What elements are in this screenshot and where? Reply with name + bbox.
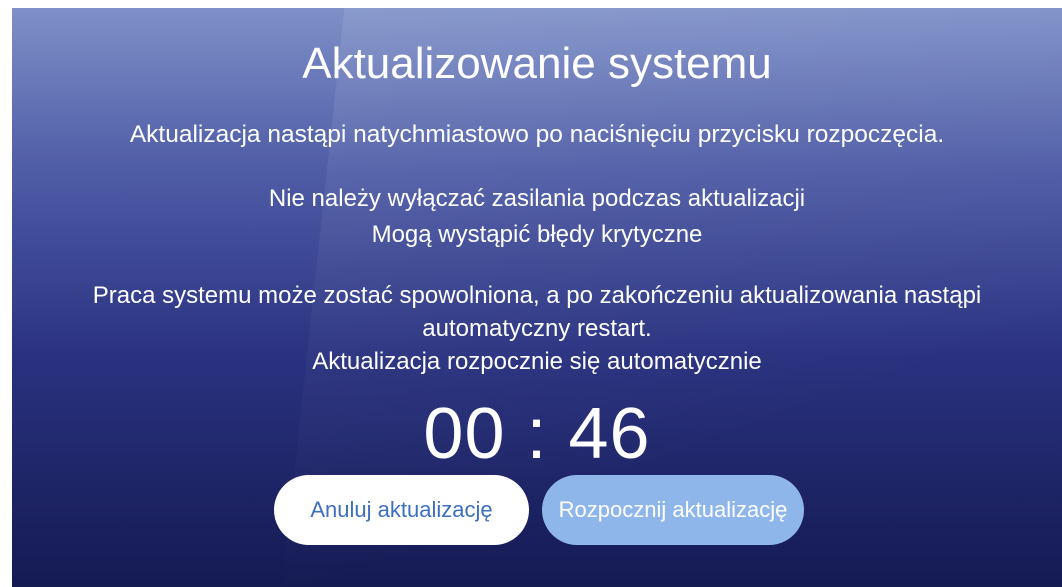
update-screen: Aktualizowanie systemu Aktualizacja nast…	[12, 8, 1062, 587]
page-title: Aktualizowanie systemu	[302, 39, 772, 88]
update-dialog: Aktualizowanie systemu Aktualizacja nast…	[12, 8, 1062, 587]
start-info-text: Aktualizacja nastąpi natychmiastowo po n…	[129, 121, 945, 148]
auto-start-text: Aktualizacja rozpocznie się automatyczni…	[312, 348, 762, 375]
countdown-timer: 00 : 46	[423, 394, 651, 474]
slowdown-text: Praca systemu może zostać spowolniona, a…	[92, 282, 982, 309]
critical-errors-text: Mogą wystąpić błędy krytyczne	[371, 221, 703, 248]
restart-text: automatyczny restart.	[422, 315, 652, 342]
cancel-update-button[interactable]: Anuluj aktualizację	[274, 475, 529, 545]
power-warning-text: Nie należy wyłączać zasilania podczas ak…	[268, 185, 806, 212]
start-update-button[interactable]: Rozpocznij aktualizację	[542, 475, 804, 545]
